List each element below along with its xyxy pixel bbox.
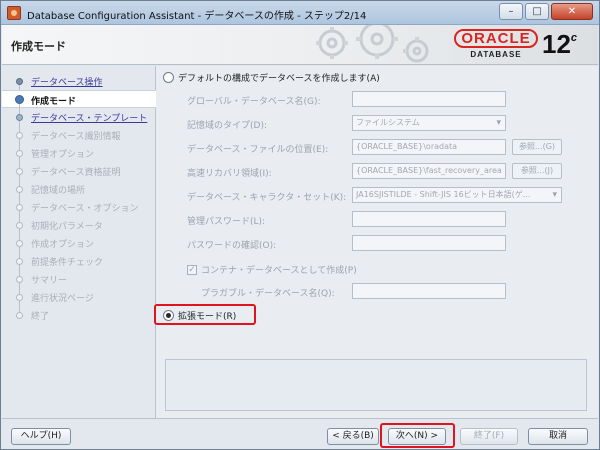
button-bar: ヘルプ(H) < 戻る(B) 次へ(N) > 終了(F) 取消 bbox=[2, 418, 598, 449]
step-item: データベース・オプション bbox=[2, 198, 156, 223]
version-badge: 12c bbox=[542, 29, 577, 60]
advanced-mode-radio[interactable] bbox=[163, 310, 174, 321]
cancel-button[interactable]: 取消 bbox=[528, 428, 588, 445]
pdb-name-input[interactable] bbox=[352, 283, 506, 299]
charset-select[interactable]: JA16SJISTILDE - Shift-JIS 16ビット日本語(ゲ... bbox=[352, 187, 562, 203]
page-header: 作成モード ORACLE DATABASE 12c bbox=[2, 25, 598, 65]
step-label: 初期化パラメータ bbox=[31, 222, 103, 232]
db-file-location-input[interactable]: {ORACLE_BASE}\oradata bbox=[352, 139, 506, 155]
step-item: データベース資格証明 bbox=[2, 162, 156, 187]
oracle-logo-text: ORACLE bbox=[454, 29, 538, 48]
finish-button[interactable]: 終了(F) bbox=[460, 428, 518, 445]
step-dot-icon bbox=[16, 294, 23, 301]
step-label: 作成モード bbox=[31, 97, 77, 107]
step-item[interactable]: データベース操作 bbox=[2, 72, 156, 97]
confirm-password-label: パスワードの確認(O): bbox=[187, 241, 277, 251]
browse-fra-button[interactable]: 参照...(J) bbox=[512, 163, 562, 179]
charset-value: JA16SJISTILDE - Shift-JIS 16ビット日本語(ゲ... bbox=[356, 190, 531, 199]
advanced-mode-radio-row[interactable]: 拡張モード(R) bbox=[163, 309, 236, 322]
step-dot-icon bbox=[16, 258, 23, 265]
database-logo-text: DATABASE bbox=[470, 50, 522, 59]
maximize-button[interactable]: □ bbox=[525, 3, 549, 20]
db-file-location-label: データベース・ファイルの位置(E): bbox=[187, 145, 329, 155]
step-item: サマリー bbox=[2, 270, 156, 295]
step-dot-icon bbox=[16, 240, 23, 247]
step-label: サマリー bbox=[31, 276, 68, 286]
title-bar[interactable]: Database Configuration Assistant - データベー… bbox=[1, 1, 599, 25]
container-db-label: コンテナ・データベースとして作成(P) bbox=[201, 266, 357, 276]
step-label: 管理オプション bbox=[31, 150, 95, 160]
step-label: 記憶域の場所 bbox=[31, 186, 86, 196]
storage-type-value: ファイルシステム bbox=[356, 118, 420, 127]
confirm-password-input[interactable] bbox=[352, 235, 506, 251]
step-label: データベース識別情報 bbox=[31, 132, 121, 142]
step-label: 進行状況ページ bbox=[31, 294, 94, 304]
step-dot-icon bbox=[16, 168, 23, 175]
storage-type-label: 記憶域のタイプ(D): bbox=[187, 121, 267, 131]
steps-sidebar: データベース操作 作成モードデータベース・テンプレート データベース識別情報 管理オプ… bbox=[2, 66, 156, 418]
step-label: データベース資格証明 bbox=[31, 168, 121, 178]
back-button[interactable]: < 戻る(B) bbox=[327, 428, 379, 445]
help-button[interactable]: ヘルプ(H) bbox=[11, 428, 71, 445]
container-db-checkbox-row[interactable]: ✓ コンテナ・データベースとして作成(P) bbox=[187, 263, 357, 276]
step-label: 終了 bbox=[31, 312, 50, 322]
step-label: データベース操作 bbox=[31, 78, 103, 88]
next-button[interactable]: 次へ(N) > bbox=[388, 428, 446, 445]
window-controls: – □ ✕ bbox=[499, 3, 593, 20]
oracle-logo: ORACLE DATABASE bbox=[454, 29, 538, 59]
minimize-button[interactable]: – bbox=[499, 3, 523, 20]
step-label: データベース・オプション bbox=[31, 204, 139, 214]
default-config-radio[interactable] bbox=[163, 72, 174, 83]
step-dot-icon bbox=[16, 114, 23, 121]
default-config-label: デフォルトの構成でデータベースを作成します(A) bbox=[178, 74, 380, 84]
step-label: データベース・テンプレート bbox=[31, 114, 148, 124]
step-item: 作成モード bbox=[2, 90, 156, 116]
step-label: 作成オプション bbox=[31, 240, 95, 250]
container-db-checkbox[interactable]: ✓ bbox=[187, 264, 197, 275]
step-dot-icon bbox=[16, 78, 23, 85]
default-config-radio-row[interactable]: デフォルトの構成でデータベースを作成します(A) bbox=[163, 71, 380, 84]
main-panel: デフォルトの構成でデータベースを作成します(A) グローバル・データベース名(G… bbox=[154, 66, 598, 418]
step-item: 初期化パラメータ bbox=[2, 216, 156, 241]
close-button[interactable]: ✕ bbox=[551, 3, 593, 20]
step-item: 作成オプション bbox=[2, 234, 156, 259]
dbca-window: Database Configuration Assistant - データベー… bbox=[0, 0, 600, 450]
global-db-name-label: グローバル・データベース名(G): bbox=[187, 97, 321, 107]
version-suffix: c bbox=[570, 32, 578, 45]
step-dot-icon bbox=[16, 186, 23, 193]
step-dot-icon bbox=[16, 204, 23, 211]
app-icon bbox=[7, 6, 21, 20]
fra-label: 高速リカバリ領域(I): bbox=[187, 169, 272, 179]
version-number: 12 bbox=[542, 29, 571, 59]
browse-db-file-button[interactable]: 参照...(G) bbox=[512, 139, 562, 155]
step-label: 前提条件チェック bbox=[31, 258, 104, 268]
admin-password-input[interactable] bbox=[352, 211, 506, 227]
step-dot-icon bbox=[16, 132, 23, 139]
step-dot-icon bbox=[16, 276, 23, 283]
step-item: データベース識別情報 bbox=[2, 126, 156, 151]
step-dot-icon bbox=[16, 222, 23, 229]
step-item: 管理オプション bbox=[2, 144, 156, 169]
admin-password-label: 管理パスワード(L): bbox=[187, 217, 266, 227]
window-title: Database Configuration Assistant - データベー… bbox=[27, 11, 367, 22]
message-area bbox=[165, 359, 587, 411]
gears-icon bbox=[316, 25, 429, 63]
step-dot-icon bbox=[16, 150, 23, 157]
step-item: 記憶域の場所 bbox=[2, 180, 156, 205]
global-db-name-input[interactable] bbox=[352, 91, 506, 107]
charset-label: データベース・キャラクタ・セット(K): bbox=[187, 193, 347, 203]
step-item: 終了 bbox=[2, 306, 156, 324]
fra-input[interactable]: {ORACLE_BASE}\fast_recovery_area bbox=[352, 163, 506, 179]
step-dot-icon bbox=[16, 312, 23, 319]
storage-type-select[interactable]: ファイルシステム bbox=[352, 115, 506, 131]
pdb-name-label: プラガブル・データベース名(Q): bbox=[201, 289, 335, 299]
step-item[interactable]: データベース・テンプレート bbox=[2, 108, 156, 133]
step-item: 進行状況ページ bbox=[2, 288, 156, 313]
step-dot-icon bbox=[15, 95, 24, 104]
step-item: 前提条件チェック bbox=[2, 252, 156, 277]
advanced-mode-label: 拡張モード(R) bbox=[178, 312, 237, 322]
page-title: 作成モード bbox=[11, 40, 66, 53]
